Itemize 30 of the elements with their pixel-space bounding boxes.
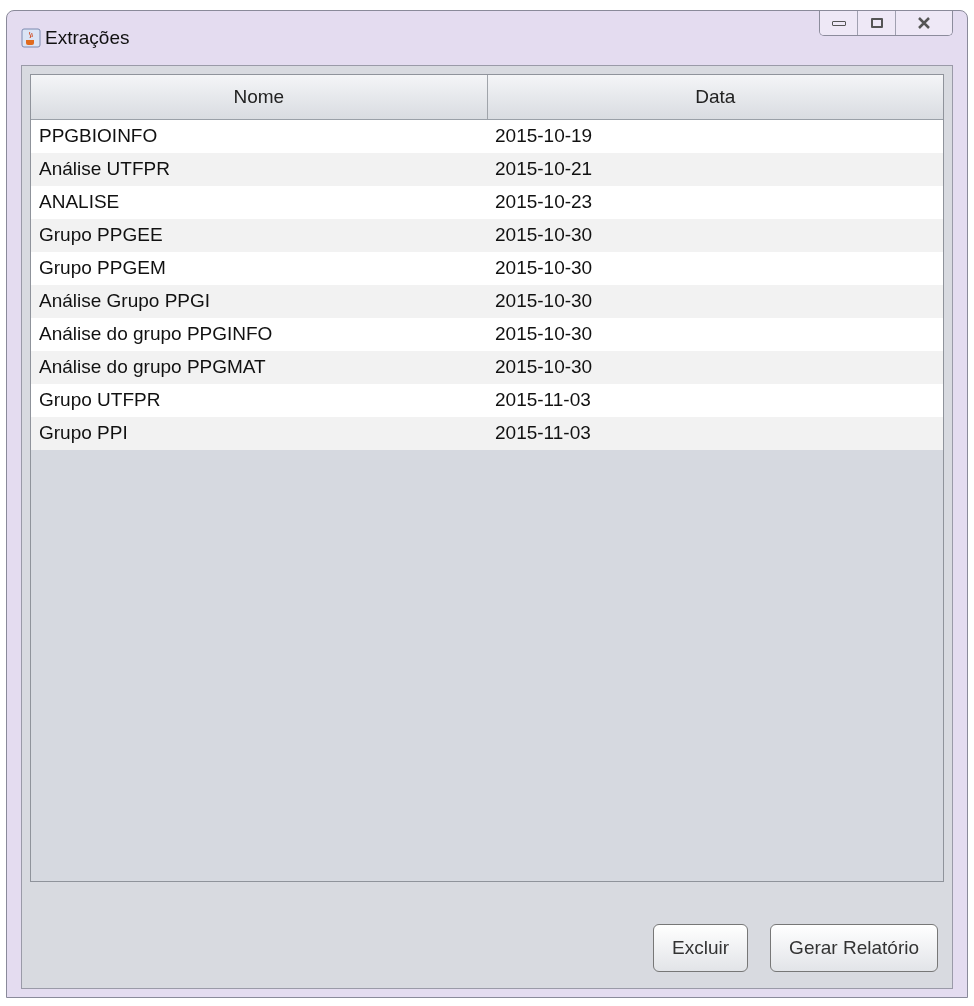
table-cell: 2015-10-30 — [495, 356, 593, 378]
table-cell: 2015-11-03 — [495, 389, 591, 411]
table-cell: 2015-10-23 — [495, 191, 593, 213]
column-header[interactable]: Data — [486, 75, 943, 119]
close-icon — [917, 17, 931, 29]
table-cell: Grupo PPGEE — [39, 224, 163, 246]
table-cell: ANALISE — [39, 191, 120, 213]
action-button[interactable]: Excluir — [653, 924, 749, 972]
table-cell: 2015-10-19 — [495, 125, 593, 147]
maximize-button[interactable] — [858, 11, 896, 35]
table-cell: 2015-10-30 — [495, 224, 593, 246]
action-button[interactable]: Gerar Relatório — [770, 924, 938, 972]
table-cell: Análise do grupo PPGINFO — [39, 323, 273, 345]
table-cell: Análise do grupo PPGMAT — [39, 356, 266, 378]
table-cell: PPGBIOINFO — [39, 125, 158, 147]
table-cell: 2015-10-30 — [495, 290, 593, 312]
table-cell: 2015-10-30 — [495, 323, 593, 345]
java-cup-icon — [21, 28, 41, 48]
window-title: Extrações — [45, 25, 130, 50]
table-cell: Grupo UTFPR — [39, 389, 161, 411]
table-cell: Análise UTFPR — [39, 158, 170, 180]
table-cell: 2015-10-30 — [495, 257, 593, 279]
column-header[interactable]: Nome — [31, 75, 487, 119]
table-cell: Grupo PPGEM — [39, 257, 166, 279]
table-cell: 2015-11-03 — [495, 422, 591, 444]
minimize-button[interactable] — [820, 11, 858, 35]
table-cell: Análise Grupo PPGI — [39, 290, 211, 312]
table-cell: Grupo PPI — [39, 422, 128, 444]
close-button[interactable] — [896, 11, 952, 35]
table-cell: 2015-10-21 — [495, 158, 593, 180]
